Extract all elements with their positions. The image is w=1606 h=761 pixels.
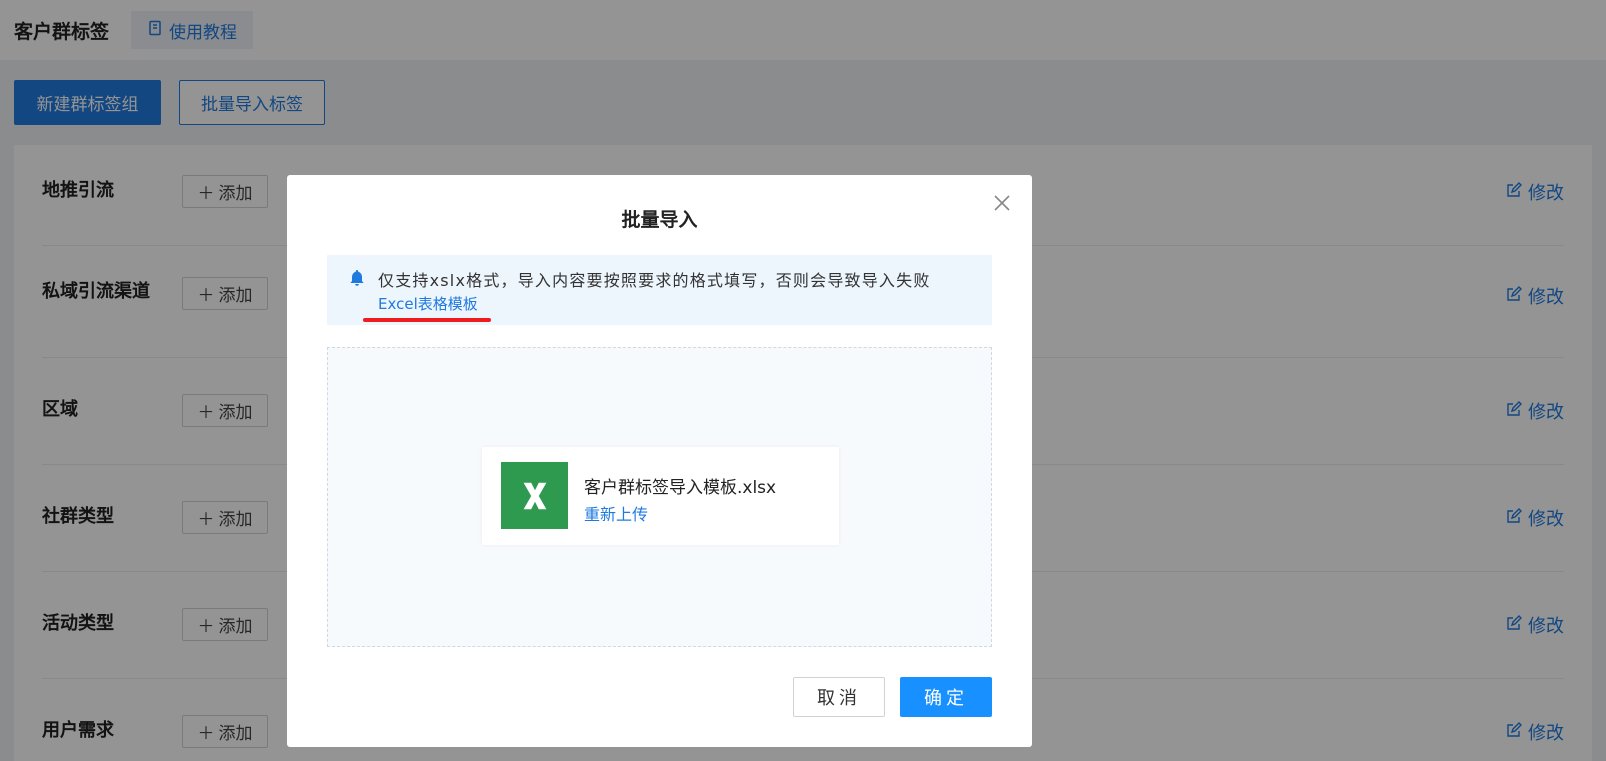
format-notice: 仅支持xslx格式，导入内容要按照要求的格式填写，否则会导致导入失败 Excel… [327, 255, 992, 325]
upload-dropzone[interactable]: 客户群标签导入模板.xlsx 重新上传 [327, 347, 992, 647]
confirm-button[interactable]: 确定 [900, 677, 992, 717]
uploaded-file-card: 客户群标签导入模板.xlsx 重新上传 [482, 447, 839, 545]
file-name: 客户群标签导入模板.xlsx [584, 478, 777, 498]
notice-text: 仅支持xslx格式，导入内容要按照要求的格式填写，否则会导致导入失败 [378, 271, 931, 290]
reupload-link[interactable]: 重新上传 [584, 501, 648, 525]
dialog-title: 批量导入 [621, 209, 698, 231]
annotation-underline [363, 318, 491, 322]
batch-import-dialog: 批量导入 仅支持xslx格式，导入内容要按照要求的格式填写，否则会导致导入失败 … [287, 175, 1032, 747]
cancel-button[interactable]: 取消 [793, 677, 885, 717]
excel-file-icon [501, 462, 568, 529]
bell-icon [349, 269, 365, 287]
excel-template-link[interactable]: Excel表格模板 [378, 293, 478, 314]
